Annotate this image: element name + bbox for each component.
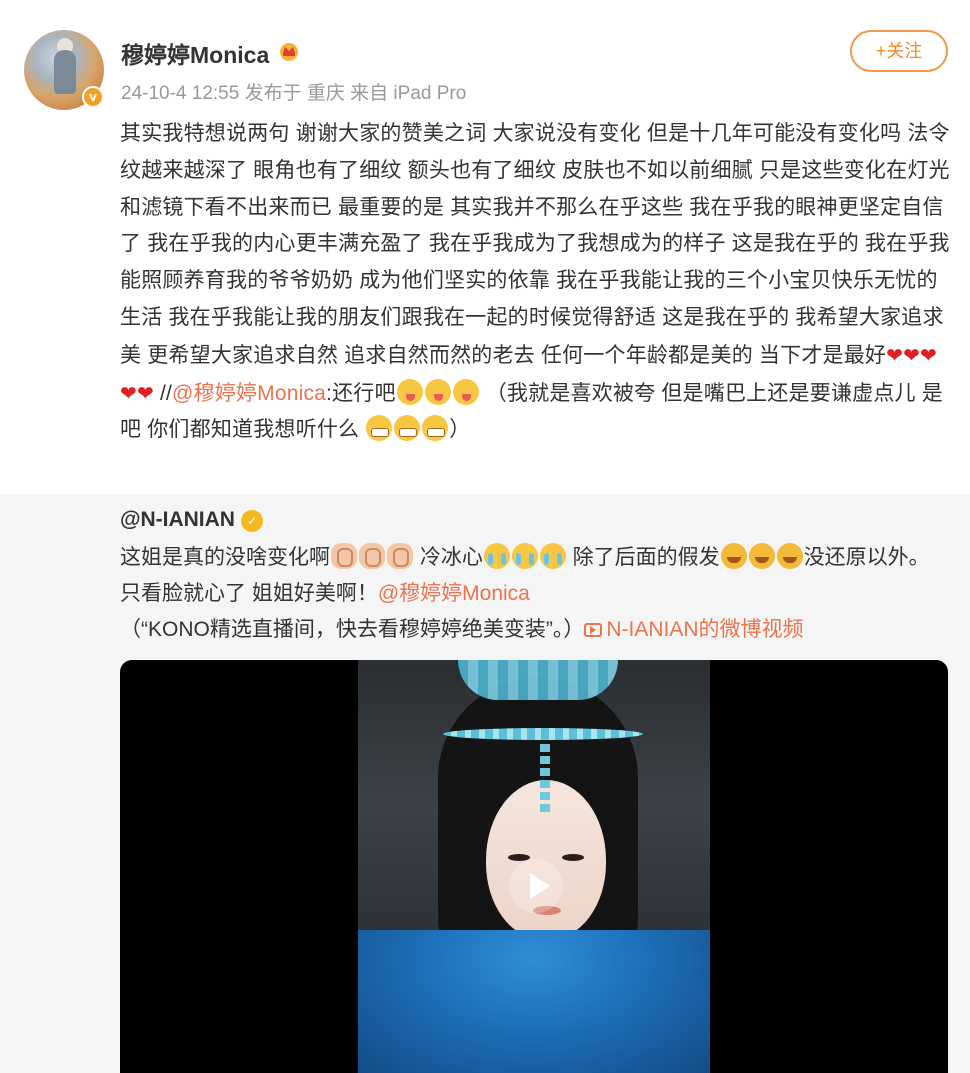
repost-username[interactable]: @N-IANIAN ✓ [120, 508, 263, 532]
lol-emoji-icon [776, 543, 803, 569]
verified-icon: ✓ [240, 510, 263, 532]
crown-icon [280, 43, 298, 61]
video-link[interactable]: N-IANIAN的微博视频 [584, 618, 804, 641]
video-link-label[interactable]: N-IANIAN的微博视频 [606, 618, 803, 641]
post-username[interactable]: 穆婷婷Monica [121, 36, 269, 70]
tongue-emoji-icon [424, 378, 451, 405]
repost-text-c: 除了后面的假发 [566, 546, 720, 569]
follow-button[interactable]: +关注 [850, 30, 948, 72]
clap-emoji-icon [359, 543, 385, 569]
video-figure-eye [562, 854, 584, 861]
repost-text: 这姐是真的没啥变化啊 冷冰心 除了后面的假发 没还原以外。只看脸就心了 姐姐好美啊… [120, 540, 950, 648]
repost-mention-link[interactable]: @穆婷婷Monica [378, 582, 530, 605]
repost-separator: // [153, 381, 173, 405]
video-figure-robe [358, 930, 710, 1073]
avatar-figure [54, 50, 76, 94]
video-icon [584, 623, 603, 637]
clap-emoji-icon [331, 543, 357, 569]
reposted-card[interactable]: @N-IANIAN ✓ 这姐是真的没啥变化啊 冷冰心 除了后面的假发 没还原以外。只… [0, 494, 970, 1073]
mention-link[interactable]: @穆婷婷Monica [172, 382, 326, 405]
tongue-emoji-icon [452, 378, 479, 405]
post-meta: 24-10-4 12:55 发布于 重庆 来自 iPad Pro [121, 83, 467, 104]
repost-username-text[interactable]: @N-IANIAN [120, 508, 235, 531]
video-player[interactable] [120, 660, 948, 1073]
video-figure-pendant [540, 744, 550, 814]
grin-emoji-icon [366, 415, 393, 442]
repost-text-b: 冷冰心 [414, 546, 483, 569]
lol-emoji-icon [748, 543, 775, 569]
cry-emoji-icon [483, 543, 510, 569]
cry-emoji-icon [511, 543, 538, 569]
post-text-2: :还行吧 [326, 381, 396, 405]
verified-icon: v [82, 86, 104, 108]
weibo-post: v 穆婷婷Monica 24-10-4 12:55 发布于 重庆 来自 iPad… [0, 0, 970, 1073]
video-figure-headband [443, 728, 643, 740]
tongue-emoji-icon [396, 378, 423, 405]
video-figure-headdress [458, 660, 618, 700]
repost-text-a: 这姐是真的没啥变化啊 [120, 546, 330, 569]
lol-emoji-icon [720, 543, 747, 569]
post-text-4: ） [449, 418, 471, 442]
grin-emoji-icon [394, 415, 421, 442]
post-text: 其实我特想说两句 谢谢大家的赞美之词 大家说没有变化 但是十几年可能没有变化吗 … [120, 122, 950, 367]
cry-emoji-icon [539, 543, 566, 569]
grin-emoji-icon [422, 415, 449, 442]
post-content: 其实我特想说两句 谢谢大家的赞美之词 大家说没有变化 但是十几年可能没有变化吗 … [120, 116, 950, 449]
repost-quote: （“KONO精选直播间，快去看穆婷婷绝美变装”。） [120, 618, 585, 641]
clap-emoji-icon [387, 543, 413, 569]
play-icon[interactable] [509, 859, 563, 913]
